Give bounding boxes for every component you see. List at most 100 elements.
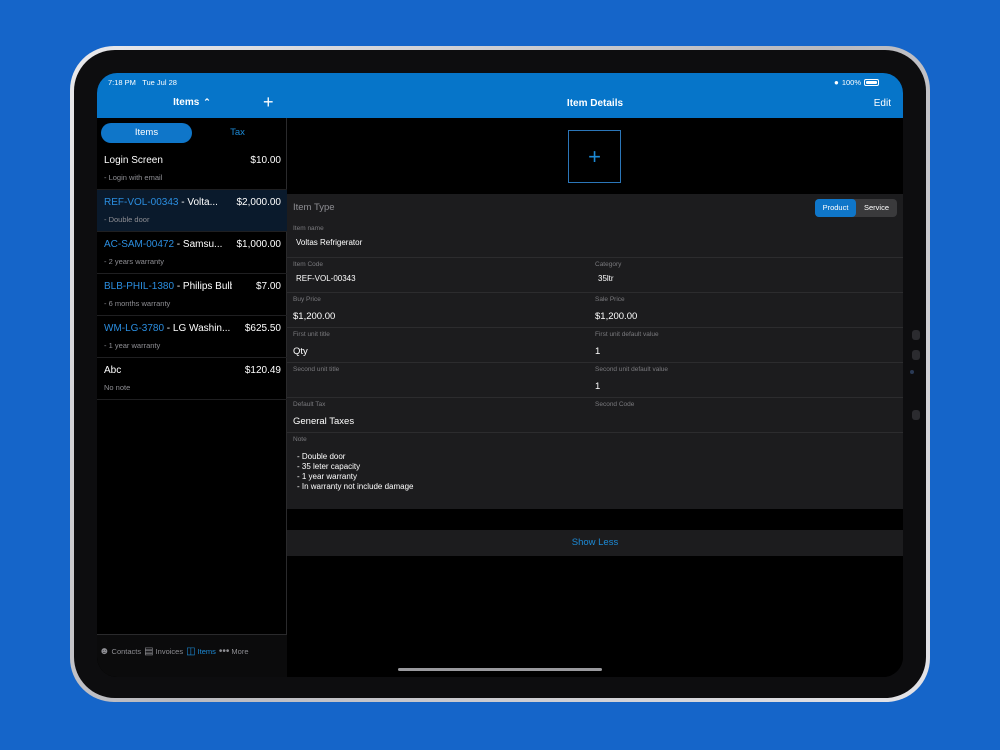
add-image-button[interactable]: + <box>568 130 621 183</box>
page-title: Item Details <box>566 98 624 109</box>
note-line: - 1 year warranty <box>297 472 358 481</box>
item-code: WM-LG-3780 <box>104 323 165 334</box>
note-field[interactable]: Note - Double door - 35 leter capacity -… <box>293 436 414 492</box>
item-name: - LG Washin... <box>164 323 231 334</box>
tab-items[interactable]: ◫ Items <box>186 635 216 677</box>
field-label: Second unit default value <box>595 366 668 373</box>
item-note: - 2 years warranty <box>104 257 165 266</box>
items-title-button[interactable]: Items ⌃ <box>97 97 287 108</box>
first-unit-title-field[interactable]: First unit title Qty <box>293 331 330 357</box>
note-text: - Double door - 35 leter capacity - 1 ye… <box>293 452 414 492</box>
divider <box>287 397 903 398</box>
document-icon: ▤ <box>144 646 154 657</box>
divider <box>287 257 903 258</box>
details-card: Item Type Product Service Item name Volt… <box>287 194 903 509</box>
list-item[interactable]: Abc $120.49 No note <box>97 358 287 400</box>
side-button <box>912 330 920 340</box>
item-code: REF-VOL-00343 <box>104 197 179 208</box>
item-code: BLB-PHIL-1380 <box>104 281 175 292</box>
item-name: - Volta... <box>178 197 218 208</box>
item-details-panel: + Item Type Product Service Item name Vo… <box>287 118 903 677</box>
product-option[interactable]: Product <box>815 199 856 217</box>
ellipsis-icon: ••• <box>218 646 230 657</box>
first-unit-default-field[interactable]: First unit default value 1 <box>595 331 659 357</box>
field-label: Second Code <box>595 401 635 408</box>
item-price: $7.00 <box>255 281 281 292</box>
tray-icon: ◫ <box>186 646 196 657</box>
field-value: 1 <box>595 381 601 392</box>
camera <box>910 370 914 374</box>
field-label: Default Tax <box>293 401 326 408</box>
divider <box>287 327 903 328</box>
status-right: ● 100% <box>834 78 879 87</box>
item-note: - 1 year warranty <box>104 341 161 350</box>
list-item[interactable]: AC-SAM-00472 - Samsu... $1,000.00 - 2 ye… <box>97 232 287 274</box>
edit-button[interactable]: Edit <box>874 98 891 109</box>
second-unit-title-field[interactable]: Second unit title <box>293 366 339 381</box>
status-bar: 7:18 PM Tue Jul 28 ● 100% <box>97 73 903 91</box>
sidebar: Items Tax Login Screen $10.00 - Login wi… <box>97 118 287 677</box>
item-code: AC-SAM-00472 <box>104 239 175 250</box>
wifi-icon: ● <box>833 78 839 87</box>
divider <box>287 432 903 433</box>
note-line: - Double door <box>297 452 346 461</box>
item-price: $120.49 <box>244 365 281 376</box>
field-label: Item name <box>293 225 324 232</box>
home-indicator[interactable] <box>398 668 602 671</box>
list-item[interactable]: WM-LG-3780 - LG Washin... $625.50 - 1 ye… <box>97 316 287 358</box>
segment-tax[interactable]: Tax <box>192 123 283 143</box>
sale-price-field[interactable]: Sale Price $1,200.00 <box>595 296 637 322</box>
note-line: - In warranty not include damage <box>297 482 414 491</box>
default-tax-field[interactable]: Default Tax General Taxes <box>293 401 354 427</box>
chevron-up-icon: ⌃ <box>203 97 211 107</box>
item-price: $1,000.00 <box>236 239 282 250</box>
battery-icon <box>864 79 879 86</box>
field-label: Second unit title <box>293 366 340 373</box>
item-name-field[interactable]: Item name Voltas Refrigerator <box>293 225 362 247</box>
list-item[interactable]: BLB-PHIL-1380 - Philips Bulb $7.00 - 6 m… <box>97 274 287 316</box>
item-note: - 6 months warranty <box>104 299 171 308</box>
field-value: $1,200.00 <box>293 311 336 322</box>
show-less-button[interactable]: Show Less <box>287 530 903 556</box>
item-price: $625.50 <box>244 323 281 334</box>
item-list: Login Screen $10.00 - Login with email R… <box>97 148 287 400</box>
tab-more[interactable]: ••• More <box>219 635 249 677</box>
battery-percent: 100% <box>841 78 861 87</box>
field-label: Sale Price <box>595 296 625 303</box>
item-price: $10.00 <box>250 155 281 166</box>
tab-invoices[interactable]: ▤ Invoices <box>144 635 183 677</box>
item-title: Login Screen <box>104 155 163 166</box>
divider <box>287 362 903 363</box>
service-option[interactable]: Service <box>856 199 897 217</box>
item-price: $2,000.00 <box>236 197 282 208</box>
field-label: First unit title <box>293 331 330 338</box>
item-note: - Double door <box>104 215 150 224</box>
field-value: Qty <box>293 346 308 357</box>
category-field[interactable]: Category 35ltr <box>595 261 621 283</box>
segment-items[interactable]: Items <box>101 123 192 143</box>
item-code-field[interactable]: Item Code REF-VOL-00343 <box>293 261 356 283</box>
item-type-label: Item Type <box>293 202 335 213</box>
field-label: First unit default value <box>595 331 659 338</box>
list-item[interactable]: REF-VOL-00343 - Volta... $2,000.00 - Dou… <box>97 190 287 232</box>
second-code-field[interactable]: Second Code <box>595 401 634 416</box>
field-label: Category <box>595 261 622 268</box>
note-line: - 35 leter capacity <box>297 462 361 471</box>
battery-level <box>866 81 877 84</box>
tab-contacts[interactable]: ☻ Contacts <box>99 635 141 677</box>
side-button <box>912 350 920 360</box>
add-item-button[interactable]: + <box>263 92 274 113</box>
list-item[interactable]: Login Screen $10.00 - Login with email <box>97 148 287 190</box>
tab-bar: ☻ Contacts ▤ Invoices ◫ Items ••• More <box>97 634 287 677</box>
item-type-toggle: Product Service <box>815 199 897 217</box>
item-note: No note <box>104 383 131 392</box>
people-icon: ☻ <box>99 646 110 657</box>
field-label: Buy Price <box>293 296 321 303</box>
field-label: Item Code <box>293 261 323 268</box>
field-label: Note <box>293 436 307 443</box>
item-note: - Login with email <box>104 173 163 182</box>
field-value: Voltas Refrigerator <box>296 238 363 247</box>
field-value: REF-VOL-00343 <box>296 274 356 283</box>
buy-price-field[interactable]: Buy Price $1,200.00 <box>293 296 335 322</box>
second-unit-default-field[interactable]: Second unit default value 1 <box>595 366 668 392</box>
